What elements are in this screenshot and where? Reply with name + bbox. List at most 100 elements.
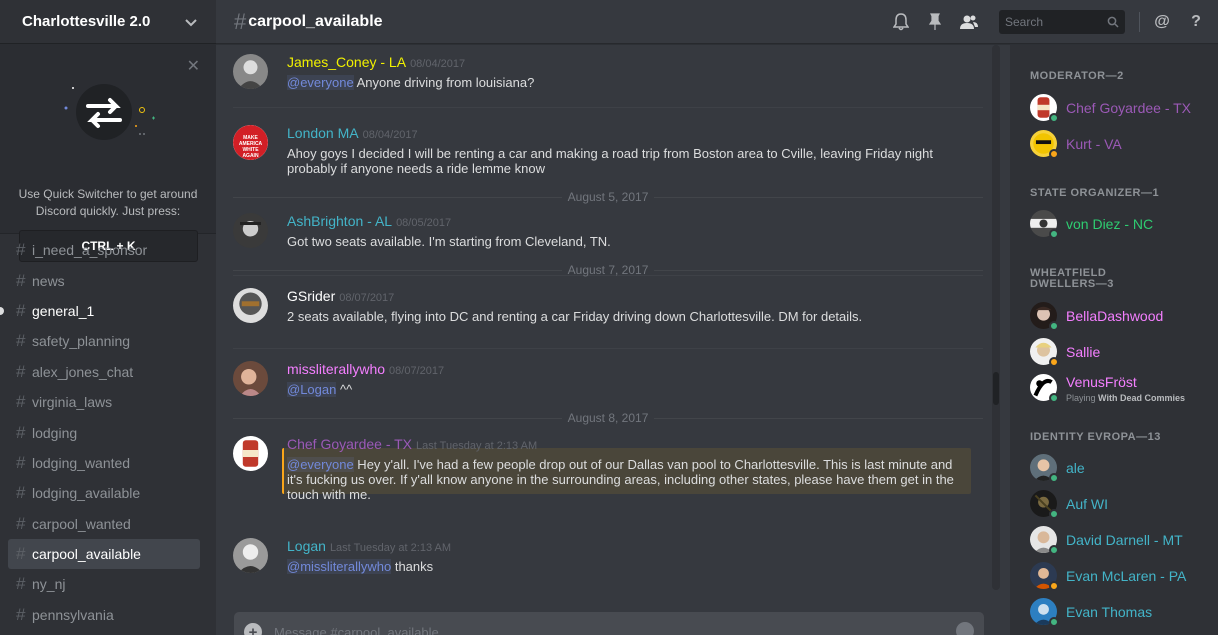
separator-line	[233, 196, 562, 198]
server-header[interactable]: Charlottesville 2.0	[0, 0, 216, 44]
discord-window: Charlottesville 2.0 ✕ Use Quick Switcher…	[0, 0, 1218, 635]
help-icon[interactable]: ?	[1186, 12, 1206, 32]
member-item[interactable]: VenusFröst Playing With Dead Commies	[1030, 374, 1210, 404]
member-item[interactable]: Sallie	[1030, 338, 1210, 368]
channel-item-lodging[interactable]: # lodging	[8, 417, 200, 447]
message-timestamp: 08/04/2017	[362, 129, 418, 141]
message-body: @everyone Anyone driving from louisiana?	[287, 75, 977, 90]
message-author[interactable]: Logan	[287, 538, 326, 554]
hash-icon: #	[16, 483, 26, 503]
upload-plus-icon[interactable]: +	[244, 623, 262, 635]
avatar-chef[interactable]	[233, 436, 268, 471]
message-author[interactable]: James_Coney - LA	[287, 54, 406, 70]
separator-line	[233, 269, 562, 271]
mention[interactable]: @Logan	[287, 382, 337, 397]
message-header: missliterallywho 08/07/2017	[287, 361, 444, 377]
message-input[interactable]	[274, 624, 934, 635]
status-indicator	[1049, 545, 1059, 555]
channel-name: alex_jones_chat	[32, 363, 134, 380]
message-author[interactable]: Chef Goyardee - TX	[287, 436, 412, 452]
mention[interactable]: @everyone	[287, 75, 354, 90]
header-toolbar: @ ?	[891, 0, 1218, 44]
scrollbar-thumb[interactable]	[993, 372, 999, 405]
member-item[interactable]: BellaDashwood	[1030, 302, 1210, 332]
channel-name: ny_nj	[32, 576, 66, 593]
channel-item-carpool_wanted[interactable]: # carpool_wanted	[8, 509, 200, 539]
hash-icon: #	[16, 574, 26, 594]
search-input[interactable]	[1005, 15, 1095, 29]
channel-item-alex_jones_chat[interactable]: # alex_jones_chat	[8, 357, 200, 387]
status-indicator	[1049, 581, 1059, 591]
channel-item-lodging_available[interactable]: # lodging_available	[8, 478, 200, 508]
message-header: London MA 08/04/2017	[287, 125, 418, 141]
message-author[interactable]: GSrider	[287, 288, 335, 304]
member-item[interactable]: von Diez - NC	[1030, 210, 1210, 240]
channel-item-ny_nj[interactable]: # ny_nj	[8, 569, 200, 599]
channel-item-news[interactable]: # news	[8, 265, 200, 295]
message-timestamp: 08/04/2017	[410, 58, 466, 70]
member-item[interactable]: David Darnell - MT	[1030, 526, 1210, 556]
member-item[interactable]: ale	[1030, 454, 1210, 484]
member-list: MODERATOR—2 STATE ORGANIZER—1 WHEATFIELD D…	[1010, 45, 1218, 635]
message-body: Ahoy goys I decided I will be renting a …	[287, 146, 977, 176]
status-indicator	[1049, 113, 1059, 123]
hash-icon: #	[16, 240, 26, 260]
avatar-logan[interactable]	[233, 538, 268, 573]
emoji-icon[interactable]	[956, 622, 974, 635]
mention[interactable]: @everyone	[287, 457, 354, 472]
members-icon[interactable]	[959, 12, 979, 32]
message-divider	[233, 107, 983, 108]
message-text: Ahoy goys I decided I will be renting a …	[287, 146, 934, 176]
message-body: @missliterallywho thanks	[287, 559, 977, 574]
member-name: Auf WI	[1066, 496, 1109, 512]
channel-list: # i_need_a_sponsor # news # general_1 # safety_…	[0, 235, 216, 630]
separator-date: August 8, 2017	[567, 411, 649, 425]
close-icon[interactable]: ✕	[187, 56, 200, 76]
message-text: ^^	[336, 382, 353, 397]
header-divider	[1139, 12, 1140, 32]
message-author[interactable]: AshBrighton - AL	[287, 213, 392, 229]
message-author[interactable]: missliterallywho	[287, 361, 385, 377]
member-item[interactable]: Kurt - VA	[1030, 130, 1210, 160]
status-indicator	[1049, 393, 1059, 403]
separator-line	[233, 417, 562, 419]
search-box[interactable]	[999, 10, 1125, 34]
member-item[interactable]: Evan Thomas	[1030, 598, 1210, 628]
avatar-london[interactable]: MAKE AMERICA WHITE AGAIN	[233, 125, 268, 160]
message-text: thanks	[391, 559, 434, 574]
channel-item-pennsylvania[interactable]: # pennsylvania	[8, 600, 200, 630]
mentions-icon[interactable]: @	[1152, 12, 1172, 32]
role-header: IDENTITY EVROPA—13	[1030, 431, 1161, 443]
message-text: 2 seats available, flying into DC and re…	[287, 309, 863, 324]
message-timestamp: Last Tuesday at 2:13 AM	[416, 440, 538, 452]
chevron-down-icon[interactable]	[184, 15, 198, 29]
avatar-miss[interactable]	[233, 361, 268, 396]
message-divider	[233, 348, 983, 349]
channel-item-lodging_wanted[interactable]: # lodging_wanted	[8, 448, 200, 478]
channel-item-general_1[interactable]: # general_1	[0, 296, 200, 326]
avatar-ash[interactable]	[233, 213, 268, 248]
hash-icon: #	[234, 8, 247, 34]
channel-item-i_need_a_sponsor[interactable]: # i_need_a_sponsor	[8, 235, 200, 265]
channel-item-safety_planning[interactable]: # safety_planning	[8, 326, 200, 356]
mention[interactable]: @missliterallywho	[287, 559, 392, 574]
channel-item-virginia_laws[interactable]: # virginia_laws	[8, 387, 200, 417]
status-indicator	[1049, 473, 1059, 483]
scrollbar[interactable]	[992, 45, 1000, 590]
search-icon	[1107, 16, 1119, 28]
message-author[interactable]: London MA	[287, 125, 359, 141]
avatar-james[interactable]	[233, 54, 268, 89]
channel-name: pennsylvania	[32, 606, 114, 623]
avatar-caption: MAKE AMERICA WHITE AGAIN	[238, 135, 263, 159]
member-name: David Darnell - MT	[1066, 532, 1183, 548]
channel-item-carpool_available[interactable]: # carpool_available	[8, 538, 200, 570]
channel-title: carpool_available	[248, 12, 383, 30]
member-item[interactable]: Evan McLaren - PA	[1030, 562, 1210, 592]
member-name: Chef Goyardee - TX	[1066, 100, 1192, 116]
member-item[interactable]: Chef Goyardee - TX	[1030, 94, 1210, 124]
member-item[interactable]: Auf WI	[1030, 490, 1210, 520]
member-name: Kurt - VA	[1066, 136, 1122, 152]
pin-icon[interactable]	[925, 12, 945, 32]
bell-icon[interactable]	[891, 12, 911, 32]
avatar-gsrider[interactable]	[233, 288, 268, 323]
